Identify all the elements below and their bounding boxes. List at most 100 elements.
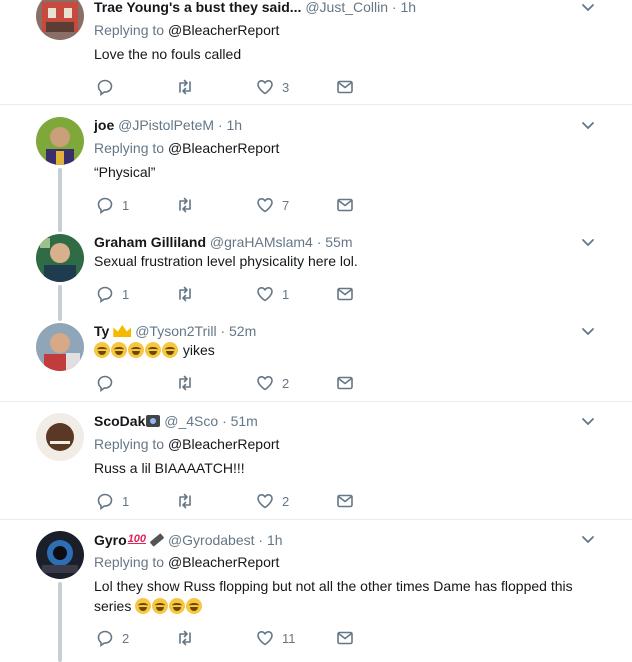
user-handle[interactable]: @Tyson2Trill [135,323,216,339]
replying-to-handle[interactable]: @BleacherReport [168,22,280,38]
chevron-down-icon[interactable] [580,118,596,134]
like-button[interactable]: 11 [256,628,296,648]
tweet-text-words: series [94,598,132,614]
envelope-icon [337,80,353,94]
replying-to-label: Replying to [94,436,165,452]
display-name[interactable]: Graham Gilliland [94,234,206,250]
like-count: 2 [282,493,290,509]
like-button[interactable]: 2 [256,373,289,393]
tears-of-joy-emoji-icon [169,598,186,614]
retweet-icon [179,286,191,302]
replying-to-handle[interactable]: @BleacherReport [168,140,280,156]
chevron-down-icon[interactable] [580,532,596,548]
replying-to: Replying to @BleacherReport [94,553,279,571]
reply-button[interactable]: 2 [96,628,129,648]
retweet-button[interactable] [176,195,202,215]
tweet-text: Lol they show Russ flopping but not all … [94,576,614,616]
plug-emoji-icon [149,533,165,547]
replying-to-label: Replying to [94,554,165,570]
tears-of-joy-emoji-icon [186,598,203,614]
timestamp[interactable]: · 55m [317,234,353,250]
tweet-text-line: Lol they show Russ flopping but not all … [94,578,573,594]
retweet-icon [179,79,191,95]
retweet-button[interactable] [176,284,202,304]
tears-of-joy-emoji-icon [128,342,144,358]
tweet-text: “Physical” [94,164,156,180]
avatar[interactable] [36,413,84,461]
tears-of-joy-emoji-icon [111,342,127,358]
direct-message-button[interactable] [336,628,354,648]
replying-to: Replying to @BleacherReport [94,21,279,39]
retweet-button[interactable] [176,77,202,97]
timestamp[interactable]: · 51m [222,413,258,429]
tweet-actions: 3 [94,77,394,97]
thread-connector [58,285,62,321]
user-handle[interactable]: @Gyrodabest [168,532,255,548]
heart-icon [257,198,273,213]
thread-connector [58,582,62,662]
tweet-text: yikes [94,340,594,360]
chevron-down-icon[interactable] [580,235,596,251]
reply-icon [97,286,113,303]
envelope-icon [337,494,353,508]
reply-button[interactable]: 1 [96,195,129,215]
avatar[interactable] [36,117,84,165]
retweet-icon [179,630,191,646]
timestamp[interactable]: · 1h [392,0,416,15]
display-name[interactable]: ScoDak [94,413,145,429]
reply-count: 1 [122,197,130,213]
chevron-down-icon[interactable] [580,0,596,16]
reply-icon [97,79,113,96]
user-handle[interactable]: @Just_Collin [305,0,388,15]
user-handle[interactable]: @JPistolPeteM [118,117,214,133]
timestamp[interactable]: · 1h [218,117,242,133]
like-button[interactable]: 7 [256,195,289,215]
avatar[interactable] [36,0,84,40]
replying-to-handle[interactable]: @BleacherReport [168,436,280,452]
avatar[interactable] [36,531,84,579]
like-count: 7 [282,197,290,213]
retweet-button[interactable] [176,491,202,511]
retweet-button[interactable] [176,628,202,648]
direct-message-button[interactable] [336,373,354,393]
direct-message-button[interactable] [336,284,354,304]
timestamp[interactable]: · 1h [258,532,282,548]
tweet-header: Graham Gilliland @graHAMslam4 · 55m [94,233,353,251]
chevron-down-icon[interactable] [580,414,596,430]
tweet-actions: 1 1 [94,284,394,304]
reply-button[interactable]: 1 [96,284,129,304]
replying-to: Replying to @BleacherReport [94,139,279,157]
timestamp[interactable]: · 52m [220,323,256,339]
reply-button[interactable] [96,373,122,393]
direct-message-button[interactable] [336,77,354,97]
direct-message-button[interactable] [336,195,354,215]
retweet-icon [179,493,191,509]
avatar[interactable] [36,234,84,282]
retweet-button[interactable] [176,373,202,393]
reply-icon [97,197,113,214]
envelope-icon [337,198,353,212]
reply-button[interactable]: 1 [96,491,129,511]
reply-count: 1 [122,286,130,302]
direct-message-button[interactable] [336,491,354,511]
like-count: 3 [282,79,290,95]
avatar[interactable] [36,323,84,371]
like-button[interactable]: 2 [256,491,289,511]
user-handle[interactable]: @graHAMslam4 [210,234,313,250]
reply-icon [97,493,113,510]
heart-icon [257,494,273,509]
like-count: 11 [282,630,296,646]
envelope-icon [337,631,353,645]
tears-of-joy-emoji-icon [152,598,169,614]
display-name[interactable]: joe [94,117,114,133]
replying-to-handle[interactable]: @BleacherReport [168,554,280,570]
camera-emoji-icon [146,415,161,427]
display-name[interactable]: Gyro [94,532,127,548]
like-button[interactable]: 3 [256,77,289,97]
display-name[interactable]: Ty [94,323,109,339]
like-button[interactable]: 1 [256,284,289,304]
reply-button[interactable] [96,77,122,97]
chevron-down-icon[interactable] [580,324,596,340]
user-handle[interactable]: @_4Sco [164,413,218,429]
display-name[interactable]: Trae Young's a bust they said... [94,0,301,15]
